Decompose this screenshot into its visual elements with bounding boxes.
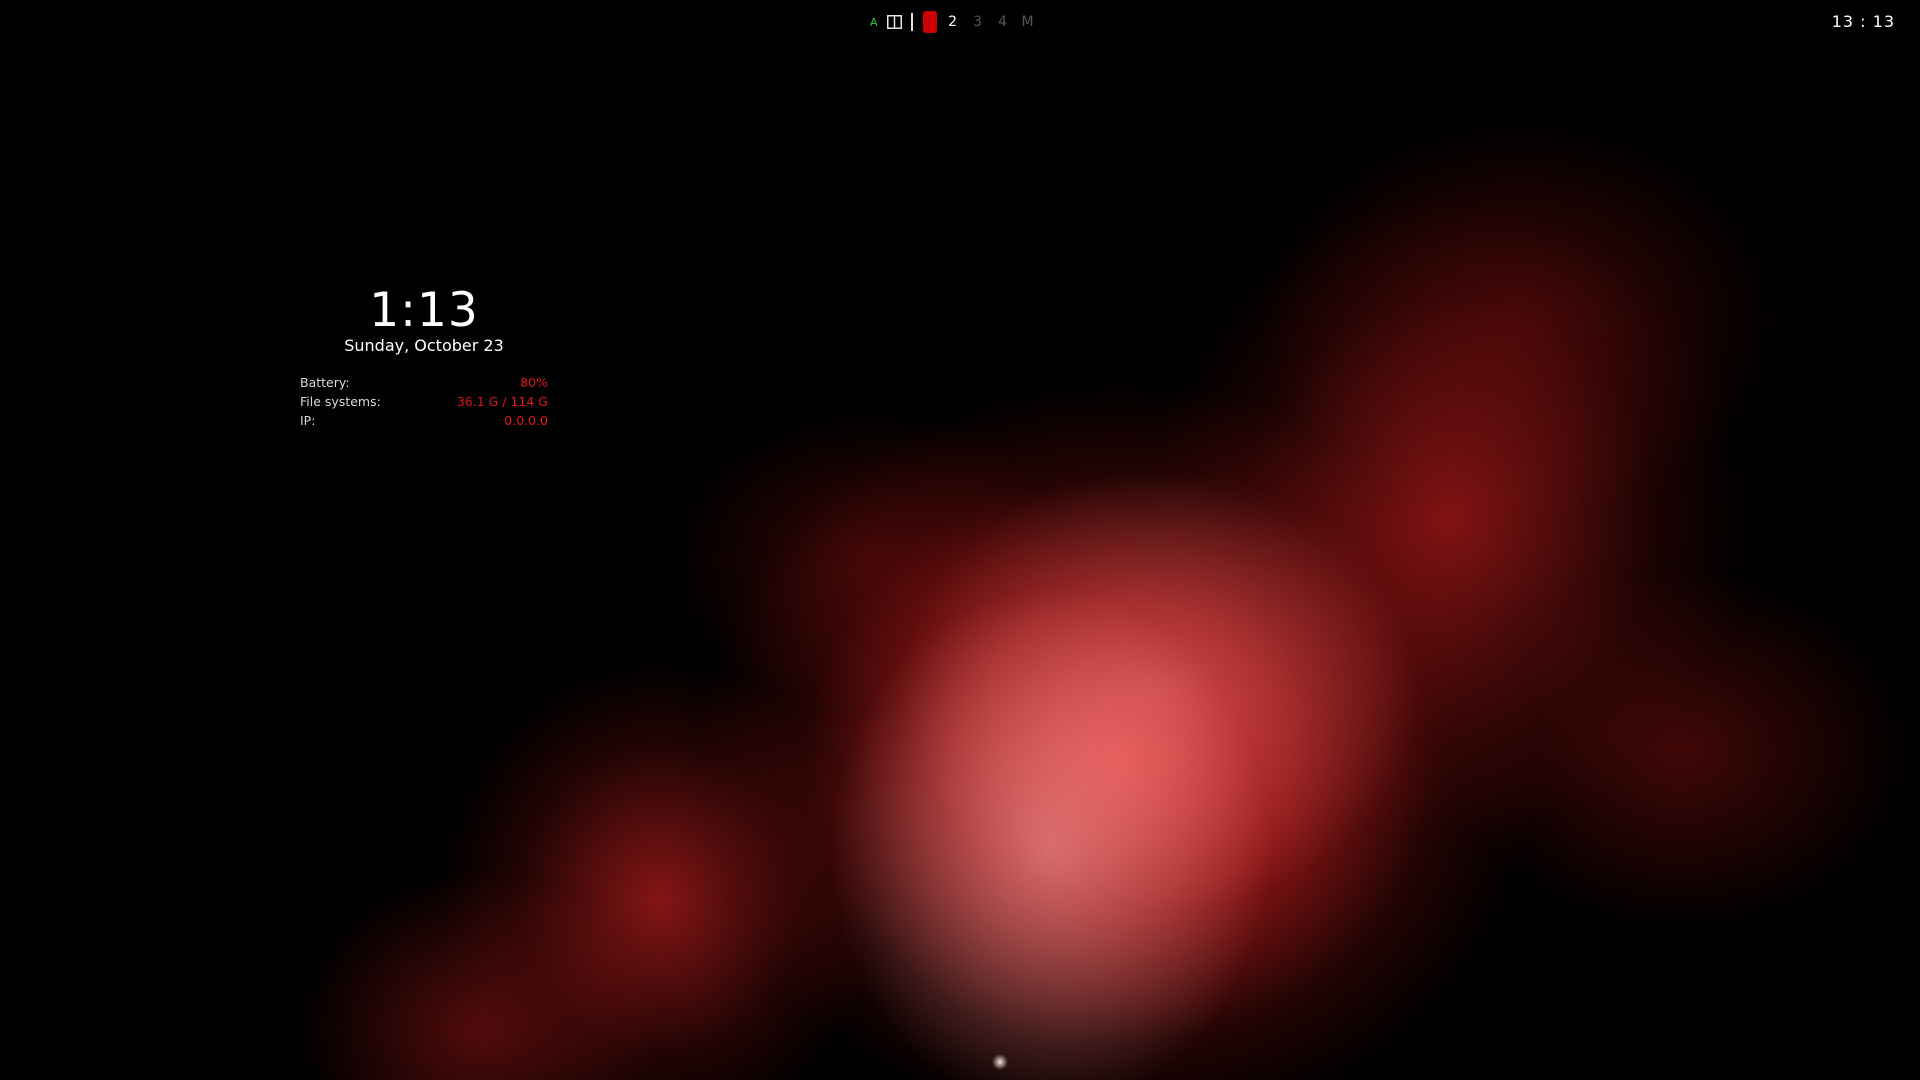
workspace-m[interactable]: M [1021, 14, 1035, 30]
workspace-bar: A 2 3 4 M [870, 10, 1046, 34]
ip-label: IP: [300, 413, 316, 428]
stat-row-filesystems: File systems: 36.1 G / 114 G [300, 392, 548, 411]
split-columns-icon[interactable] [887, 14, 903, 30]
widget-date: Sunday, October 23 [344, 336, 504, 355]
top-clock[interactable]: 13 : 13 [1832, 12, 1895, 31]
workspace-3[interactable]: 3 [971, 14, 985, 30]
workspace-2[interactable]: 2 [946, 14, 960, 30]
mode-indicator: A [870, 15, 878, 29]
widget-time: 1:13 [369, 283, 479, 338]
nebula-wallpaper [0, 0, 1920, 1080]
workspace-4[interactable]: 4 [996, 14, 1010, 30]
stats-list: Battery: 80% File systems: 36.1 G / 114 … [300, 373, 548, 430]
filesystems-value: 36.1 G / 114 G [456, 394, 548, 409]
active-workspace-indicator[interactable] [922, 11, 937, 33]
stat-row-ip: IP: 0.0.0.0 [300, 411, 548, 430]
battery-value: 80% [520, 375, 548, 390]
ip-value: 0.0.0.0 [504, 413, 548, 428]
system-info-widget: 1:13 Sunday, October 23 Battery: 80% Fil… [300, 283, 548, 430]
desktop: A 2 3 4 M 13 : 13 1:13 Sunday, October 2… [0, 0, 1920, 1080]
filesystems-label: File systems: [300, 394, 381, 409]
battery-label: Battery: [300, 375, 350, 390]
stat-row-battery: Battery: 80% [300, 373, 548, 392]
workspace-separator [910, 13, 913, 31]
